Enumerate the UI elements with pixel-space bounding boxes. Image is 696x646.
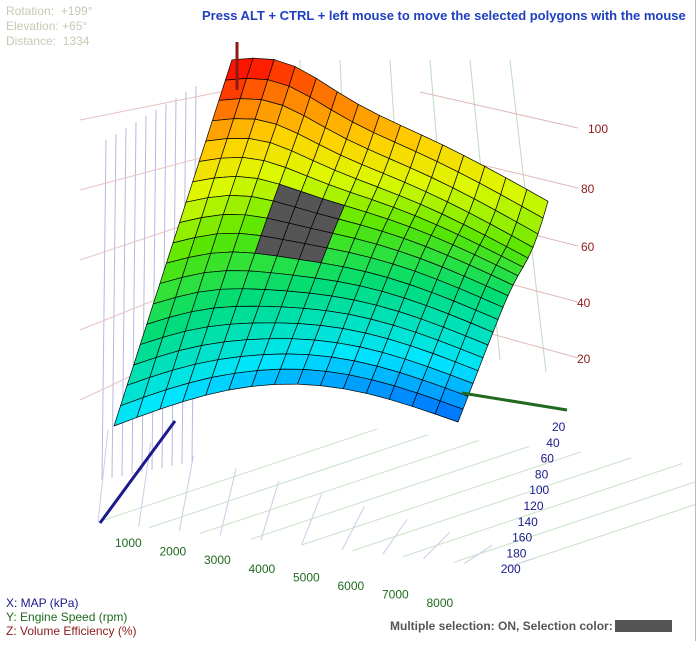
y-tick-label: 6000 [338, 579, 365, 593]
y-tick-label: 8000 [427, 596, 454, 610]
surface-plot-canvas[interactable]: 20 40 60 80 100 20 40 60 80 100 120 140 160 180 200 100… [0, 0, 696, 641]
x-tick-label: 160 [512, 531, 532, 545]
x-tick-label: 120 [524, 499, 544, 513]
z-tick-label: 40 [577, 296, 591, 310]
selection-color-swatch [614, 620, 672, 632]
x-tick-label: 140 [518, 515, 538, 529]
y-tick-label: 4000 [249, 562, 276, 576]
z-tick-label: 60 [581, 240, 595, 254]
x-tick-label: 200 [501, 562, 521, 576]
y-tick-label: 2000 [160, 545, 187, 559]
y-axis-legend: Y: Engine Speed (rpm) [6, 610, 128, 624]
distance-label: Distance: [6, 34, 57, 48]
rotation-value: +199° [60, 4, 93, 18]
y-axis-line [461, 391, 568, 412]
x-tick-label: 60 [541, 452, 555, 466]
instruction-hint: Press ALT + CTRL + left mouse to move th… [202, 8, 686, 23]
y-tick-label: 5000 [293, 570, 320, 584]
x-tick-label: 40 [546, 436, 560, 450]
z-tick-label: 80 [581, 182, 595, 196]
distance-readout: Distance: 1334 [6, 34, 93, 49]
z-tick-label: 20 [577, 352, 591, 366]
x-axis-legend: X: MAP (kPa) [6, 596, 79, 610]
z-tick-label: 100 [588, 122, 608, 136]
x-tick-label: 20 [552, 420, 566, 434]
z-axis-legend: Z: Volume Efficiency (%) [6, 624, 137, 638]
selection-status-text: Multiple selection: ON, Selection color: [390, 619, 613, 633]
elevation-value: +65° [62, 19, 88, 33]
x-axis-line [98, 420, 177, 524]
elevation-label: Elevation: [6, 19, 59, 33]
axis-legend: X: MAP (kPa) Y: Engine Speed (rpm) Z: Vo… [6, 596, 137, 638]
selection-status: Multiple selection: ON, Selection color: [390, 619, 672, 633]
distance-value: 1334 [62, 34, 90, 48]
x-tick-label: 100 [529, 483, 549, 497]
rotation-readout: Rotation: +199° [6, 4, 93, 19]
surface-3d-plot[interactable]: 2040608010020406080100120140160180200100… [0, 0, 696, 641]
x-tick-label: 180 [506, 546, 526, 560]
y-tick-label: 1000 [115, 536, 142, 550]
y-tick-label: 7000 [382, 588, 409, 602]
view-info-panel: Rotation: +199° Elevation: +65° Distance… [6, 4, 93, 49]
elevation-readout: Elevation: +65° [6, 19, 93, 34]
y-tick-label: 3000 [204, 553, 231, 567]
x-tick-label: 80 [535, 467, 549, 481]
rotation-label: Rotation: [6, 4, 55, 18]
